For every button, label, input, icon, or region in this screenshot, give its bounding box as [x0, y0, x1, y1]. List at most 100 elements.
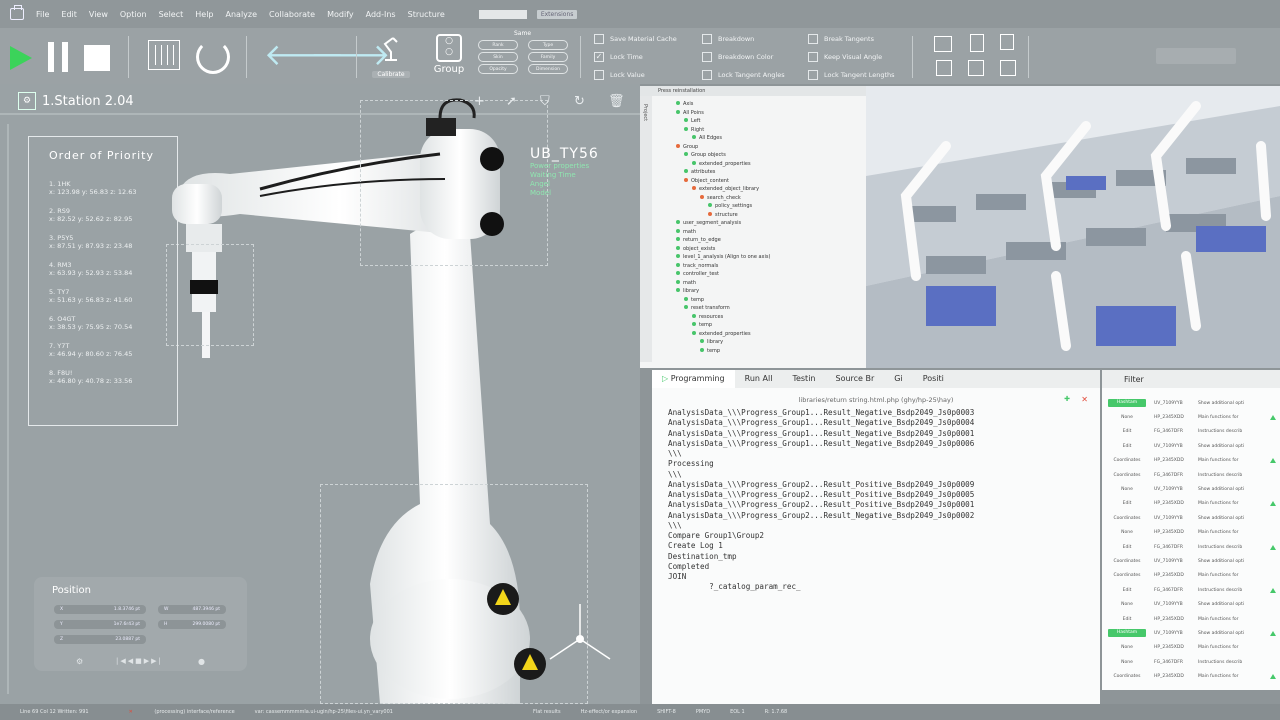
tree-node[interactable]: Right: [676, 126, 770, 135]
filter-row[interactable]: None HP_2345XDD Main functions for: [1108, 641, 1276, 655]
tree-node[interactable]: level_1_analysis (Align to one axis): [676, 253, 770, 262]
tab-source[interactable]: Source Br: [825, 370, 884, 388]
tab-programming[interactable]: ▷ Programming: [652, 370, 735, 388]
record-icon[interactable]: ●: [198, 657, 205, 666]
window-icon[interactable]: [934, 36, 952, 52]
tree-node[interactable]: structure: [676, 211, 770, 220]
pill-skin[interactable]: Skin: [478, 52, 518, 62]
plus-icon[interactable]: +: [474, 94, 485, 109]
tab-run-all[interactable]: Run All: [735, 370, 783, 388]
group-button[interactable]: ○ ○ Group: [430, 34, 468, 78]
menu-search-box[interactable]: [478, 9, 527, 19]
tree-node[interactable]: user_segment_analysis: [676, 219, 770, 228]
checkbox-box[interactable]: [808, 52, 818, 62]
trash-icon[interactable]: 🗑: [608, 94, 625, 109]
tree-node[interactable]: attributes: [676, 168, 770, 177]
mixer-icon[interactable]: [148, 40, 180, 70]
checkbox-lock-time[interactable]: ✓ Lock Time: [594, 52, 643, 62]
position-field-w[interactable]: W 487.3946 pt: [158, 605, 226, 614]
playback-controls-icon[interactable]: |◀◀■▶▶|: [116, 657, 163, 665]
filter-row[interactable]: None HP_2345XDD Main functions for: [1108, 526, 1276, 540]
position-field-x[interactable]: X 1.8.3746 pt: [54, 605, 146, 614]
tree-node[interactable]: extended_properties: [676, 160, 770, 169]
tree-node[interactable]: extended_object_library: [676, 185, 770, 194]
filter-row[interactable]: Edit HP_2345XDD Main functions for: [1108, 497, 1276, 511]
extensions-tag[interactable]: Extensions: [536, 9, 578, 19]
menu-item-analyze[interactable]: Analyze: [226, 10, 258, 19]
tree-node[interactable]: extended_properties: [676, 330, 770, 339]
filter-row[interactable]: Coordinates HP_2345XDD Main functions for: [1108, 454, 1276, 468]
tree-node[interactable]: object_exists: [676, 245, 770, 254]
grid-icon[interactable]: [1000, 60, 1016, 76]
calibrate-button[interactable]: Calibrate: [372, 32, 410, 78]
checkbox-breakdown[interactable]: Breakdown: [702, 34, 754, 44]
checkbox-save-material-cache[interactable]: Save Material Cache: [594, 34, 677, 44]
filter-row[interactable]: Coordinates UV_7109YYB Show additional opt…: [1108, 511, 1276, 525]
filter-row[interactable]: Edit FG_3467DFR Instructions describ: [1108, 425, 1276, 439]
cursor-icon[interactable]: ➚: [506, 94, 517, 109]
tree-node[interactable]: Object_content: [676, 177, 770, 186]
filter-row[interactable]: None UV_7109YYB Show additional opti: [1108, 598, 1276, 612]
filter-row[interactable]: Hashtam UV_7109YYB Show additional opti: [1108, 396, 1276, 410]
filter-row[interactable]: Edit UV_7109YYB Show additional opti: [1108, 439, 1276, 453]
checkbox-box[interactable]: [702, 34, 712, 44]
tab-testin[interactable]: Testin: [782, 370, 825, 388]
checkbox-breakdown-color[interactable]: Breakdown Color: [702, 52, 773, 62]
refresh-icon[interactable]: ↻: [574, 94, 585, 109]
menu-item-modify[interactable]: Modify: [327, 10, 354, 19]
position-field-h[interactable]: H 299.0080 pt: [158, 620, 226, 629]
tab-git[interactable]: Gi: [884, 370, 912, 388]
tree-node[interactable]: Group: [676, 143, 770, 152]
export-icon[interactable]: [936, 60, 952, 76]
filter-row[interactable]: Coordinates FG_3467DFR Instructions descri…: [1108, 468, 1276, 482]
tree-node[interactable]: return_to_edge: [676, 236, 770, 245]
position-field-z[interactable]: Z 23.0887 pt: [54, 635, 146, 644]
tree-node[interactable]: math: [676, 279, 770, 288]
filter-row[interactable]: Hashtam UV_7109YYB Show additional opti: [1108, 626, 1276, 640]
checkbox-lock-tangent-lengths[interactable]: Lock Tangent Lengths: [808, 70, 895, 80]
filter-row[interactable]: Coordinates UV_7109YYB Show additional opt…: [1108, 554, 1276, 568]
tree-node[interactable]: search_check: [676, 194, 770, 203]
tree-node[interactable]: Group objects: [676, 151, 770, 160]
menu-item-option[interactable]: Option: [120, 10, 147, 19]
pill-dimension[interactable]: Dimension: [528, 64, 568, 74]
tree-node[interactable]: policy_settings: [676, 202, 770, 211]
redo-icon[interactable]: [196, 40, 230, 74]
checkbox-break-tangents[interactable]: Break Tangents: [808, 34, 874, 44]
filter-row[interactable]: None HP_2345XDD Main functions for: [1108, 410, 1276, 424]
layers-icon[interactable]: [1000, 34, 1014, 50]
checkbox-box[interactable]: [594, 34, 604, 44]
bookmark-icon[interactable]: ⛉: [540, 94, 550, 109]
tree-node[interactable]: temp: [676, 296, 770, 305]
position-field-y[interactable]: Y 1e7.6r43 pt: [54, 620, 146, 629]
tree-node[interactable]: temp: [676, 347, 770, 356]
menu-item-collaborate[interactable]: Collaborate: [269, 10, 315, 19]
document-icon[interactable]: [970, 34, 984, 52]
tree-node[interactable]: resources: [676, 313, 770, 322]
search-input[interactable]: [1156, 48, 1236, 64]
menu-item-help[interactable]: Help: [195, 10, 213, 19]
filter-row[interactable]: Edit FG_3467DFR Instructions describ: [1108, 540, 1276, 554]
close-icon[interactable]: ✕: [1081, 395, 1088, 404]
tree-node[interactable]: Axis: [676, 100, 770, 109]
checkbox-lock-value[interactable]: Lock Value: [594, 70, 645, 80]
checkbox-keep-visual-angle[interactable]: Keep Visual Angle: [808, 52, 882, 62]
menu-item-edit[interactable]: Edit: [61, 10, 77, 19]
checkbox-box[interactable]: [808, 34, 818, 44]
menu-item-select[interactable]: Select: [159, 10, 184, 19]
play-icon[interactable]: [10, 46, 32, 70]
menu-item-addins[interactable]: Add-Ins: [366, 10, 396, 19]
menu-item-file[interactable]: File: [36, 10, 49, 19]
add-icon[interactable]: ✚: [1064, 395, 1070, 403]
filter-row[interactable]: Coordinates HP_2345XDD Main functions for: [1108, 670, 1276, 684]
tree-node[interactable]: library: [676, 338, 770, 347]
filter-row[interactable]: Coordinates HP_2345XDD Main functions for: [1108, 569, 1276, 583]
filter-row[interactable]: Edit FG_3467DFR Instructions describ: [1108, 583, 1276, 597]
pill-type[interactable]: Type: [528, 40, 568, 50]
pill-rank[interactable]: Rank: [478, 40, 518, 50]
menu-item-view[interactable]: View: [89, 10, 108, 19]
tab-positi[interactable]: Positi: [913, 370, 954, 388]
project-side-tab[interactable]: Project: [642, 104, 648, 121]
stop-icon[interactable]: [84, 45, 110, 71]
checkbox-box[interactable]: [702, 52, 712, 62]
